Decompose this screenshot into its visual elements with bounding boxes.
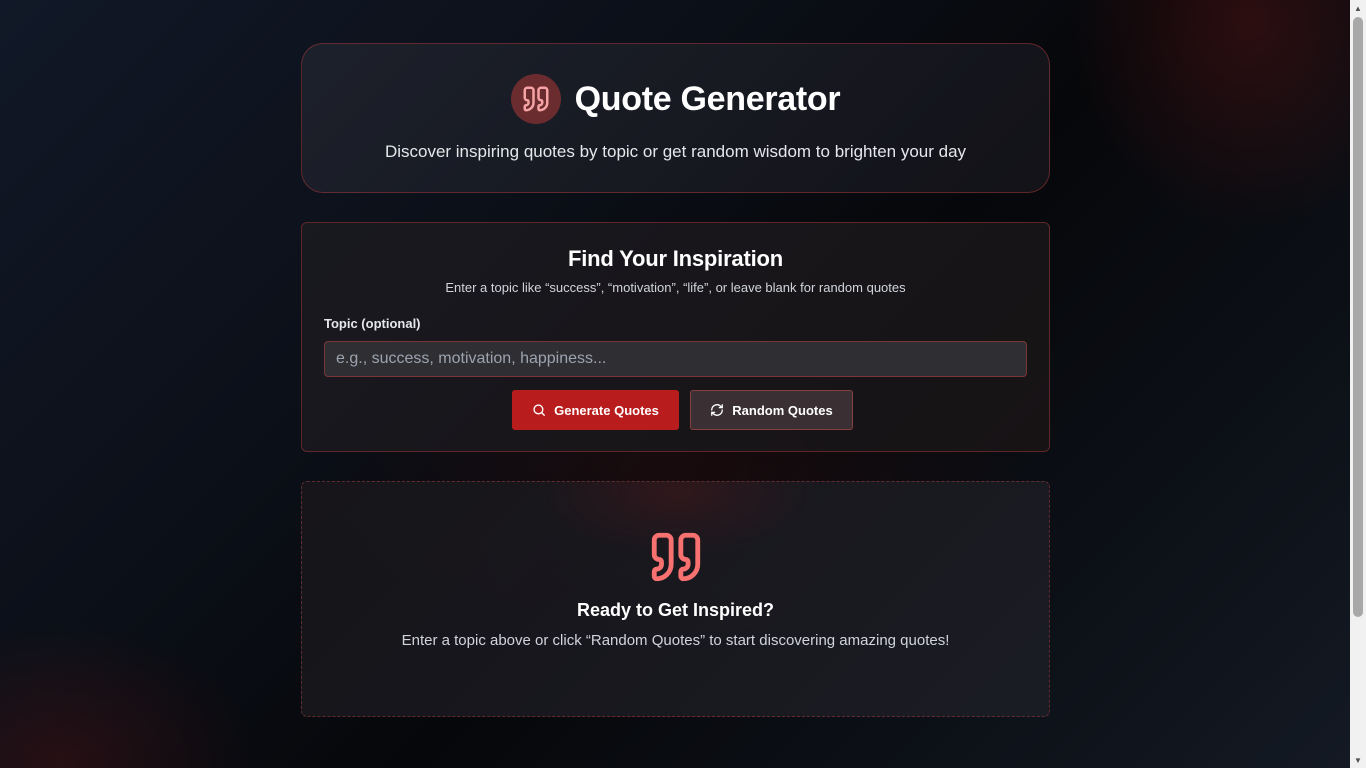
empty-state-text: Enter a topic above or click “Random Quo… bbox=[401, 632, 950, 649]
random-quotes-label: Random Quotes bbox=[732, 402, 833, 418]
random-quotes-button[interactable]: Random Quotes bbox=[690, 390, 853, 430]
page: Quote Generator Discover inspiring quote… bbox=[0, 0, 1350, 768]
header-card: Quote Generator Discover inspiring quote… bbox=[301, 43, 1050, 193]
scrollbar-thumb[interactable] bbox=[1353, 17, 1363, 617]
topic-label: Topic (optional) bbox=[324, 316, 421, 331]
scroll-up-arrow-icon[interactable]: ▲ bbox=[1350, 0, 1366, 16]
vertical-scrollbar[interactable]: ▲ ▼ bbox=[1350, 0, 1366, 768]
empty-state-icon-wrap bbox=[302, 528, 1049, 586]
empty-state-card: Ready to Get Inspired? Enter a topic abo… bbox=[301, 481, 1050, 717]
quote-icon bbox=[523, 86, 549, 112]
topic-input[interactable] bbox=[324, 341, 1027, 377]
quote-icon bbox=[651, 532, 700, 582]
refresh-icon bbox=[711, 404, 724, 416]
search-hint: Enter a topic like “success”, “motivatio… bbox=[445, 280, 906, 295]
scroll-down-arrow-icon[interactable]: ▼ bbox=[1350, 752, 1366, 768]
button-row: Generate Quotes Random Quotes bbox=[302, 390, 1049, 430]
generate-quotes-label: Generate Quotes bbox=[554, 402, 659, 418]
logo bbox=[510, 74, 561, 124]
generate-quotes-button[interactable]: Generate Quotes bbox=[512, 390, 679, 430]
search-icon bbox=[533, 404, 546, 416]
search-card: Find Your Inspiration Enter a topic like… bbox=[301, 222, 1050, 452]
search-title: Find Your Inspiration bbox=[568, 246, 783, 271]
header-row: Quote Generator bbox=[302, 74, 1049, 124]
app-title: Quote Generator bbox=[574, 79, 841, 118]
app-subtitle: Discover inspiring quotes by topic or ge… bbox=[384, 142, 967, 161]
empty-state-title: Ready to Get Inspired? bbox=[576, 600, 775, 620]
